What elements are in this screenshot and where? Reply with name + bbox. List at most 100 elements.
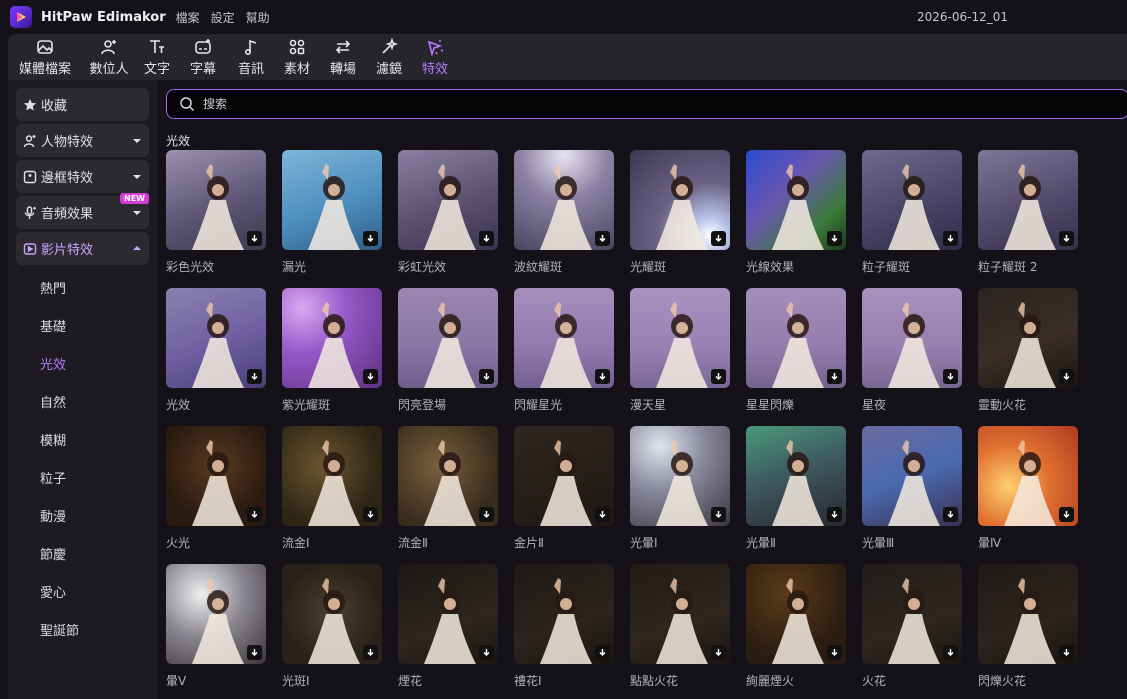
download-icon[interactable] — [595, 507, 610, 522]
effect-thumbnail[interactable] — [514, 426, 614, 526]
effect-card[interactable]: 火花 — [862, 564, 962, 688]
sidebar-sub-item-basic[interactable]: 基礎 — [40, 316, 66, 335]
effect-thumbnail[interactable] — [398, 288, 498, 388]
download-icon[interactable] — [363, 645, 378, 660]
effect-thumbnail[interactable] — [282, 564, 382, 664]
effect-thumbnail[interactable] — [630, 288, 730, 388]
download-icon[interactable] — [363, 231, 378, 246]
effect-thumbnail[interactable] — [398, 426, 498, 526]
effect-card[interactable]: 光暈Ⅲ — [862, 426, 962, 550]
effect-thumbnail[interactable] — [282, 150, 382, 250]
effect-thumbnail[interactable] — [746, 564, 846, 664]
effect-thumbnail[interactable] — [746, 426, 846, 526]
effect-card[interactable]: 星星閃爍 — [746, 288, 846, 412]
effect-card[interactable]: 煙花 — [398, 564, 498, 688]
effect-card[interactable]: 暈Ⅴ — [166, 564, 266, 688]
search-input[interactable] — [203, 97, 1103, 111]
download-icon[interactable] — [479, 369, 494, 384]
effect-card[interactable]: 禮花Ⅰ — [514, 564, 614, 688]
download-icon[interactable] — [247, 645, 262, 660]
effect-card[interactable]: 絢麗煙火 — [746, 564, 846, 688]
download-icon[interactable] — [247, 231, 262, 246]
tool-text[interactable]: 文字 — [136, 34, 178, 80]
effect-thumbnail[interactable] — [978, 564, 1078, 664]
tool-avatar[interactable]: 數位人 — [82, 34, 136, 80]
sidebar-item-frame-effects[interactable]: 邊框特效 — [16, 160, 149, 193]
download-icon[interactable] — [1059, 645, 1074, 660]
download-icon[interactable] — [943, 507, 958, 522]
effect-card[interactable]: 光線效果 — [746, 150, 846, 274]
download-icon[interactable] — [1059, 369, 1074, 384]
effect-card[interactable]: 彩色光效 — [166, 150, 266, 274]
effect-card[interactable]: 閃亮登場 — [398, 288, 498, 412]
tool-effects[interactable]: 特效 — [412, 34, 458, 80]
menu-file[interactable]: 檔案 — [176, 9, 200, 26]
effect-card[interactable]: 暈Ⅳ — [978, 426, 1078, 550]
effect-card[interactable]: 漫天星 — [630, 288, 730, 412]
effect-card[interactable]: 靈動火花 — [978, 288, 1078, 412]
effect-thumbnail[interactable] — [862, 426, 962, 526]
tool-subtitle[interactable]: 字幕 — [178, 34, 228, 80]
download-icon[interactable] — [247, 369, 262, 384]
effect-thumbnail[interactable] — [166, 288, 266, 388]
sidebar-sub-item-hot[interactable]: 熱門 — [40, 278, 66, 297]
sidebar-sub-item-festival[interactable]: 節慶 — [40, 544, 66, 563]
tool-filter[interactable]: 濾鏡 — [366, 34, 412, 80]
download-icon[interactable] — [711, 369, 726, 384]
effect-card[interactable]: 光暈Ⅱ — [746, 426, 846, 550]
effect-card[interactable]: 紫光耀斑 — [282, 288, 382, 412]
sidebar-item-favorites[interactable]: 收藏 — [16, 88, 149, 121]
effect-thumbnail[interactable] — [746, 150, 846, 250]
effect-card[interactable]: 彩虹光效 — [398, 150, 498, 274]
download-icon[interactable] — [479, 645, 494, 660]
search-bar[interactable] — [166, 89, 1127, 119]
download-icon[interactable] — [1059, 507, 1074, 522]
effect-thumbnail[interactable] — [514, 564, 614, 664]
download-icon[interactable] — [943, 645, 958, 660]
effect-thumbnail[interactable] — [862, 564, 962, 664]
menu-settings[interactable]: 設定 — [211, 9, 235, 26]
download-icon[interactable] — [827, 231, 842, 246]
sidebar-item-person-effects[interactable]: 人物特效 — [16, 124, 149, 157]
effect-card[interactable]: 波紋耀斑 — [514, 150, 614, 274]
menu-help[interactable]: 幫助 — [246, 9, 270, 26]
effect-card[interactable]: 閃爍火花 — [978, 564, 1078, 688]
effect-thumbnail[interactable] — [514, 288, 614, 388]
effect-card[interactable]: 閃耀星光 — [514, 288, 614, 412]
effect-card[interactable]: 光耀斑 — [630, 150, 730, 274]
download-icon[interactable] — [711, 645, 726, 660]
effect-thumbnail[interactable] — [978, 150, 1078, 250]
effect-thumbnail[interactable] — [282, 426, 382, 526]
effect-thumbnail[interactable] — [282, 288, 382, 388]
effect-thumbnail[interactable] — [978, 426, 1078, 526]
sidebar-sub-item-anime[interactable]: 動漫 — [40, 506, 66, 525]
effect-card[interactable]: 粒子耀斑 — [862, 150, 962, 274]
effect-card[interactable]: 光斑Ⅰ — [282, 564, 382, 688]
download-icon[interactable] — [595, 231, 610, 246]
effect-thumbnail[interactable] — [166, 564, 266, 664]
effect-thumbnail[interactable] — [862, 150, 962, 250]
effect-card[interactable]: 流金Ⅰ — [282, 426, 382, 550]
effect-thumbnail[interactable] — [166, 426, 266, 526]
download-icon[interactable] — [595, 645, 610, 660]
tool-transition[interactable]: 轉場 — [320, 34, 366, 80]
effect-thumbnail[interactable] — [398, 564, 498, 664]
sidebar-sub-item-light[interactable]: 光效 — [40, 354, 66, 373]
download-icon[interactable] — [479, 231, 494, 246]
sidebar-sub-item-love[interactable]: 愛心 — [40, 582, 66, 601]
download-icon[interactable] — [943, 231, 958, 246]
effect-thumbnail[interactable] — [746, 288, 846, 388]
effect-thumbnail[interactable] — [166, 150, 266, 250]
effect-thumbnail[interactable] — [630, 564, 730, 664]
sidebar-sub-item-particles[interactable]: 粒子 — [40, 468, 66, 487]
effect-card[interactable]: 流金Ⅱ — [398, 426, 498, 550]
download-icon[interactable] — [711, 231, 726, 246]
tool-elements[interactable]: 素材 — [274, 34, 320, 80]
download-icon[interactable] — [363, 507, 378, 522]
download-icon[interactable] — [363, 369, 378, 384]
effect-card[interactable]: 光暈Ⅰ — [630, 426, 730, 550]
download-icon[interactable] — [943, 369, 958, 384]
effect-card[interactable]: 星夜 — [862, 288, 962, 412]
download-icon[interactable] — [1059, 231, 1074, 246]
download-icon[interactable] — [247, 507, 262, 522]
